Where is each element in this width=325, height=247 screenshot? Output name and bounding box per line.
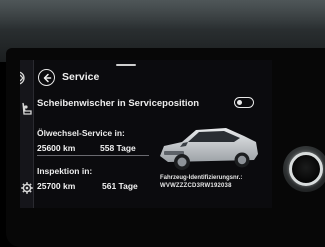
back-button[interactable] <box>38 69 55 86</box>
inspection-days: 561 Tage <box>102 181 138 191</box>
oil-service-distance: 25600 km <box>37 143 76 153</box>
inspection-distance: 25700 km <box>37 181 76 191</box>
wiper-service-toggle[interactable] <box>234 97 254 108</box>
oil-service-days: 558 Tage <box>100 143 136 153</box>
vin-value: WVWZZZCD3RW192038 <box>160 183 232 189</box>
infotainment-screen: Service Scheibenwischer in Servicepositi… <box>20 60 272 208</box>
toggle-knob <box>237 99 242 105</box>
vin-label: Fahrzeug-Identifizierungsnr.: <box>160 175 243 181</box>
oil-service-label: Ölwechsel-Service in: <box>37 128 125 138</box>
gear-icon[interactable] <box>20 180 34 196</box>
divider <box>37 155 149 156</box>
back-arrow-icon <box>43 73 52 83</box>
car-icon <box>160 128 258 170</box>
seat-icon[interactable] <box>20 101 34 117</box>
inspection-label: Inspektion in: <box>37 166 93 176</box>
pull-down-handle[interactable] <box>116 64 136 66</box>
control-knob[interactable] <box>289 152 323 186</box>
side-panel <box>20 60 34 208</box>
wiper-service-label: Scheibenwischer in Serviceposition <box>37 98 200 109</box>
partial-icon[interactable] <box>20 70 34 86</box>
page-title: Service <box>62 71 100 83</box>
